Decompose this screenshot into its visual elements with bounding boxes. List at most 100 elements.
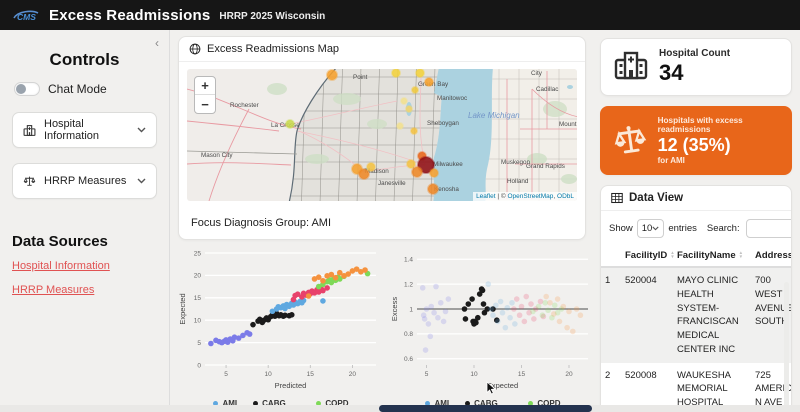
data-point-CABG	[463, 316, 469, 322]
hospital-marker[interactable]	[401, 98, 407, 104]
data-source-link-hospital-information[interactable]: Hospital Information	[12, 260, 169, 272]
controls-title: Controls	[0, 50, 169, 70]
hospital-marker[interactable]	[416, 69, 424, 77]
data-point-HIP-KNEE	[428, 304, 434, 310]
data-point-HF	[362, 267, 368, 273]
data-point-AMI	[498, 299, 504, 305]
hospital-marker[interactable]	[412, 167, 422, 177]
data-point-HIP-KNEE	[435, 315, 441, 321]
data-point-PN	[523, 294, 529, 300]
table-cell: MAYO CLINIC HEALTH SYSTEM- FRANCISCAN ME…	[673, 267, 751, 363]
hrrp-measures-dropdown[interactable]: HRRP Measures	[12, 163, 157, 199]
hospital-marker[interactable]	[430, 169, 438, 177]
map-city-label: Mason City	[201, 152, 233, 159]
data-point-PN	[522, 319, 528, 325]
chat-mode-toggle[interactable]	[14, 82, 40, 96]
data-point-CABG	[462, 306, 468, 312]
sort-icon: ▲▼	[739, 251, 743, 259]
data-point-PN	[511, 306, 517, 312]
hospital-marker[interactable]	[286, 120, 294, 128]
scatter-plot-canvas: 05101520255101520PredictedExpected	[178, 246, 384, 392]
svg-text:20: 20	[194, 273, 202, 280]
hospital-marker[interactable]	[411, 128, 417, 134]
data-point-AMI	[320, 298, 326, 304]
column-header-index	[601, 245, 621, 267]
chat-mode-label: Chat Mode	[48, 82, 107, 96]
map-city-label: Holland	[507, 178, 529, 185]
table-row[interactable]: 1520004MAYO CLINIC HEALTH SYSTEM- FRANCI…	[601, 267, 792, 363]
data-point-HIP-KNEE	[428, 334, 434, 340]
hospital-marker[interactable]	[425, 78, 433, 86]
data-point-HIP-KNEE	[446, 296, 452, 302]
data-point-AMI	[504, 305, 510, 311]
hospital-information-dropdown[interactable]: Hospital Information	[12, 112, 157, 148]
svg-text:0: 0	[197, 362, 201, 369]
data-point-HF	[564, 325, 570, 331]
svg-text:20: 20	[565, 371, 573, 378]
page-size-select[interactable]: 10	[637, 219, 665, 238]
map-city-label: Point	[353, 74, 368, 81]
map-city-label: Lake Michigan	[468, 111, 520, 120]
sidebar-collapse-icon[interactable]: ‹	[155, 36, 159, 50]
odbl-link[interactable]: ODbL	[557, 193, 574, 200]
attribution-text: | ©	[496, 193, 508, 200]
svg-text:5: 5	[425, 371, 429, 378]
data-point-COPD	[540, 312, 546, 318]
hospital-marker[interactable]	[428, 184, 438, 194]
globe-icon	[189, 43, 201, 55]
data-point-COPD	[552, 302, 558, 308]
data-point-AMI	[495, 319, 501, 325]
x-axis-label: Predicted	[275, 381, 307, 390]
leaflet-link[interactable]: Leaflet	[476, 193, 496, 200]
data-point-HF	[561, 304, 567, 310]
excess-readmissions-card: Hospitals with excess readmissions 12 (3…	[600, 106, 792, 175]
leaflet-map[interactable]: RochesterMason CityLa CrossePointGreen B…	[187, 69, 577, 201]
map-city-label: City	[531, 70, 543, 77]
map-city-label: Mount Pleasant	[559, 121, 577, 128]
data-point-PN	[519, 304, 525, 310]
data-point-AMI	[488, 306, 494, 312]
table-scrollbar[interactable]	[784, 282, 789, 412]
data-point-HF	[570, 329, 576, 335]
data-source-link-hrrp-measures[interactable]: HRRP Measures	[12, 284, 169, 296]
hospital-marker[interactable]	[392, 69, 400, 77]
hospital-marker[interactable]	[412, 87, 418, 93]
svg-text:1.4: 1.4	[404, 257, 413, 264]
hospital-marker[interactable]	[397, 123, 403, 129]
column-header-facilityname[interactable]: FacilityName▲▼	[673, 245, 751, 267]
stat-label: Hospitals with excess readmissions	[658, 116, 779, 134]
svg-text:10: 10	[194, 318, 202, 325]
data-point-HIP-KNEE	[426, 321, 432, 327]
column-header-facilityid[interactable]: FacilityID▲▼	[621, 245, 673, 267]
data-view-title: Data View	[629, 192, 683, 204]
data-point-COPD	[545, 307, 551, 313]
map-card: Excess Readmissions Map	[178, 36, 586, 240]
data-point-HF	[557, 319, 563, 325]
data-point-CABG	[466, 301, 472, 307]
map-canvas: RochesterMason CityLa CrossePointGreen B…	[187, 69, 577, 201]
map-zoom-control: + −	[194, 76, 216, 114]
hospital-marker[interactable]	[367, 163, 375, 171]
data-point-HF	[547, 300, 553, 306]
svg-text:15: 15	[194, 295, 202, 302]
data-point-AMI	[509, 300, 515, 306]
hospital-marker[interactable]	[406, 106, 412, 112]
svg-text:15: 15	[307, 371, 315, 378]
zoom-in-button[interactable]: +	[195, 77, 215, 95]
osm-link[interactable]: OpenStreetMap	[508, 193, 554, 200]
svg-text:0.6: 0.6	[404, 356, 413, 363]
data-point-HIP-KNEE	[247, 331, 253, 337]
map-card-title: Excess Readmissions Map	[207, 43, 339, 55]
data-point-PN	[514, 296, 520, 302]
horizontal-scrollbar-thumb[interactable]	[379, 405, 592, 412]
map-city-label: Janesville	[378, 180, 406, 187]
column-header-address[interactable]: Address▲▼	[751, 245, 792, 267]
hospital-marker[interactable]	[327, 70, 337, 80]
search-input[interactable]	[746, 219, 792, 238]
data-point-CABG	[481, 301, 487, 307]
svg-text:15: 15	[518, 371, 526, 378]
data-point-PN	[528, 301, 534, 307]
stat-value: 12 (35%)	[658, 135, 779, 156]
hospital-marker[interactable]	[407, 160, 415, 168]
zoom-out-button[interactable]: −	[195, 95, 215, 113]
